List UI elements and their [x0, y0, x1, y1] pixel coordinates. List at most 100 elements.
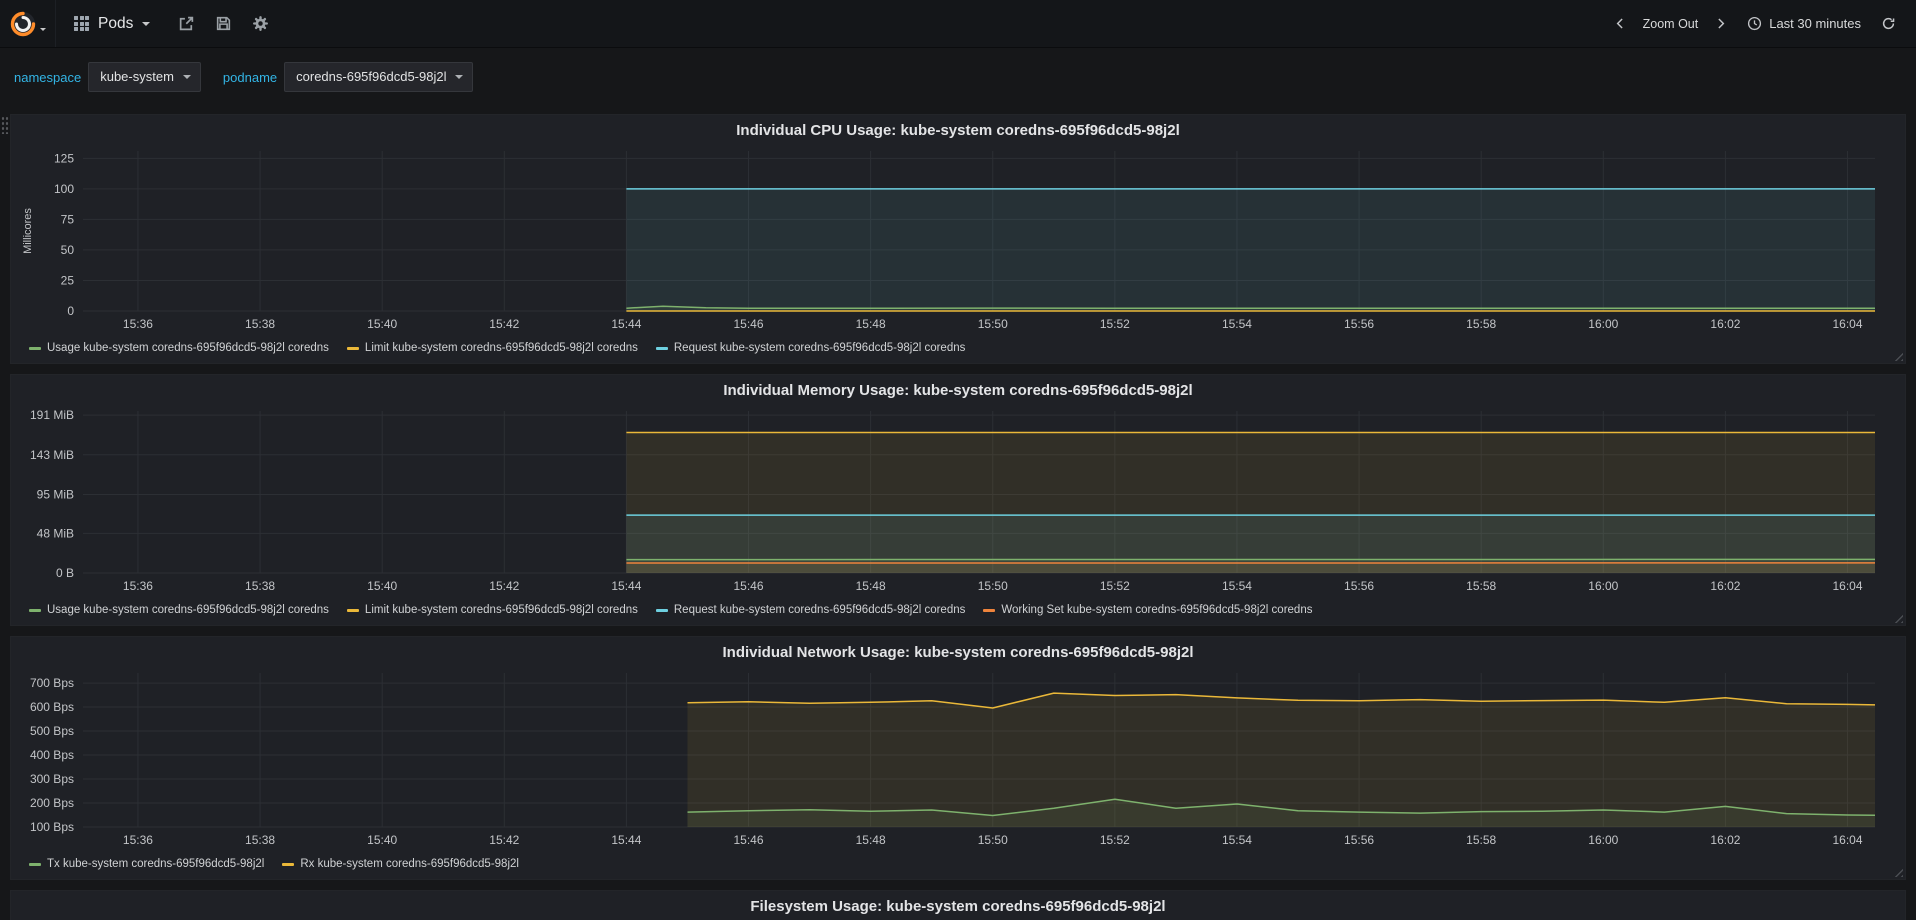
share-button[interactable] [168, 0, 205, 47]
svg-text:15:46: 15:46 [733, 579, 763, 593]
legend-item[interactable]: Request kube-system coredns-695f96dcd5-9… [655, 342, 965, 354]
chevron-right-icon [1718, 18, 1725, 29]
top-navbar: Pods Zoom Out Last 30 minutes [0, 0, 1916, 48]
save-button[interactable] [205, 0, 242, 47]
svg-text:15:36: 15:36 [123, 833, 153, 847]
legend-series-name: Rx kube-system coredns-695f96dcd5-98j2l [300, 858, 519, 870]
zoom-out-button[interactable]: Zoom Out [1635, 11, 1707, 37]
svg-text:15:54: 15:54 [1222, 317, 1252, 331]
chevron-left-icon [1616, 18, 1623, 29]
grafana-logo [10, 11, 35, 36]
legend-item[interactable]: Usage kube-system coredns-695f96dcd5-98j… [29, 342, 329, 354]
network-chart-legend: Tx kube-system coredns-695f96dcd5-98j2l R… [19, 851, 1897, 877]
svg-text:0 B: 0 B [56, 566, 74, 580]
refresh-icon [1882, 17, 1895, 30]
chart-canvas[interactable]: 15:36 15:38 15:40 15:42 15:44 15:46 15:48 15:50… [19, 143, 1897, 335]
namespace-value: kube-system [100, 69, 174, 84]
dashboard-picker-button[interactable]: Pods [56, 0, 168, 47]
legend-series-name: Limit kube-system coredns-695f96dcd5-98j… [364, 342, 638, 354]
svg-text:15:46: 15:46 [733, 317, 763, 331]
svg-text:15:58: 15:58 [1466, 317, 1496, 331]
variable-namespace: namespace kube-system [14, 62, 201, 92]
dashboard-grid-icon [74, 16, 89, 31]
settings-button[interactable] [242, 0, 279, 47]
svg-text:16:02: 16:02 [1710, 579, 1740, 593]
svg-text:15:58: 15:58 [1466, 833, 1496, 847]
memory-usage-chart[interactable]: 15:36 15:38 15:40 15:42 15:44 15:46 15:48 15:50… [19, 403, 1897, 597]
svg-text:16:02: 16:02 [1710, 317, 1740, 331]
podname-value: coredns-695f96dcd5-98j2l [296, 69, 447, 84]
navbar-time-controls: Zoom Out Last 30 minutes [1608, 10, 1902, 37]
legend-item[interactable]: Limit kube-system coredns-695f96dcd5-98j… [346, 604, 638, 616]
svg-text:Millicores: Millicores [22, 208, 34, 254]
legend-item[interactable]: Rx kube-system coredns-695f96dcd5-98j2l [282, 858, 519, 870]
legend-series-color-icon [655, 608, 668, 612]
legend-series-name: Working Set kube-system coredns-695f96dc… [1001, 604, 1313, 616]
svg-text:15:50: 15:50 [978, 579, 1008, 593]
svg-text:15:42: 15:42 [489, 579, 519, 593]
network-usage-chart[interactable]: 15:36 15:38 15:40 15:42 15:44 15:46 15:48 15:50… [19, 665, 1897, 851]
memory-chart-legend: Usage kube-system coredns-695f96dcd5-98j… [19, 597, 1897, 623]
clock-icon [1748, 16, 1762, 31]
panel-filesystem-usage: Filesystem Usage: kube-system coredns-69… [10, 890, 1906, 920]
svg-text:16:04: 16:04 [1833, 579, 1863, 593]
svg-text:15:40: 15:40 [367, 579, 397, 593]
podname-dropdown[interactable]: coredns-695f96dcd5-98j2l [284, 62, 474, 92]
svg-text:16:04: 16:04 [1833, 833, 1863, 847]
svg-text:15:38: 15:38 [245, 579, 275, 593]
svg-text:15:44: 15:44 [611, 579, 641, 593]
legend-series-color-icon [983, 608, 996, 612]
time-range-button[interactable]: Last 30 minutes [1735, 10, 1873, 37]
legend-item[interactable]: Usage kube-system coredns-695f96dcd5-98j… [29, 604, 329, 616]
time-forward-button[interactable] [1708, 11, 1733, 36]
svg-text:15:40: 15:40 [367, 317, 397, 331]
svg-text:15:50: 15:50 [978, 317, 1008, 331]
svg-text:15:48: 15:48 [856, 833, 886, 847]
legend-series-name: Usage kube-system coredns-695f96dcd5-98j… [47, 342, 329, 354]
logo-caret-icon [39, 28, 46, 31]
legend-series-color-icon [346, 346, 359, 350]
panel-title-filesystem[interactable]: Filesystem Usage: kube-system coredns-69… [19, 895, 1897, 919]
legend-item[interactable]: Limit kube-system coredns-695f96dcd5-98j… [346, 342, 638, 354]
time-back-button[interactable] [1608, 11, 1633, 36]
save-icon [217, 16, 231, 31]
cpu-usage-chart[interactable]: 15:36 15:38 15:40 15:42 15:44 15:46 15:48 15:50… [19, 143, 1897, 335]
svg-text:15:52: 15:52 [1100, 579, 1130, 593]
namespace-dropdown[interactable]: kube-system [88, 62, 201, 92]
svg-text:191 MiB: 191 MiB [30, 408, 74, 422]
svg-text:200 Bps: 200 Bps [30, 796, 74, 810]
panel-drag-handle[interactable] [1, 116, 9, 134]
panel-title-cpu[interactable]: Individual CPU Usage: kube-system coredn… [19, 119, 1897, 143]
grafana-menu-button[interactable] [0, 0, 56, 47]
svg-text:100: 100 [54, 182, 74, 196]
panel-title-network[interactable]: Individual Network Usage: kube-system co… [19, 641, 1897, 665]
svg-text:143 MiB: 143 MiB [30, 448, 74, 462]
legend-item[interactable]: Tx kube-system coredns-695f96dcd5-98j2l [29, 858, 264, 870]
svg-text:16:00: 16:00 [1588, 317, 1618, 331]
svg-text:16:02: 16:02 [1710, 833, 1740, 847]
svg-text:15:56: 15:56 [1344, 579, 1374, 593]
svg-text:75: 75 [61, 212, 75, 226]
svg-text:700 Bps: 700 Bps [30, 676, 74, 690]
namespace-caret-icon [182, 75, 191, 79]
chart-canvas[interactable]: 15:36 15:38 15:40 15:42 15:44 15:46 15:48 15:50… [19, 403, 1897, 597]
svg-text:15:44: 15:44 [611, 317, 641, 331]
svg-text:15:42: 15:42 [489, 833, 519, 847]
grafana-app: Pods Zoom Out Last 30 minutes namespace … [0, 0, 1916, 920]
svg-text:500 Bps: 500 Bps [30, 724, 74, 738]
svg-text:15:56: 15:56 [1344, 317, 1374, 331]
svg-text:15:48: 15:48 [856, 317, 886, 331]
svg-text:15:48: 15:48 [856, 579, 886, 593]
legend-series-color-icon [29, 608, 41, 612]
svg-text:15:52: 15:52 [1100, 317, 1130, 331]
legend-item[interactable]: Request kube-system coredns-695f96dcd5-9… [655, 604, 965, 616]
namespace-variable-label: namespace [14, 69, 82, 85]
panel-title-memory[interactable]: Individual Memory Usage: kube-system cor… [19, 379, 1897, 403]
legend-item[interactable]: Working Set kube-system coredns-695f96dc… [983, 604, 1312, 616]
chart-canvas[interactable]: 15:36 15:38 15:40 15:42 15:44 15:46 15:48 15:50… [19, 665, 1897, 851]
time-range-label: Last 30 minutes [1769, 16, 1861, 31]
svg-text:95 MiB: 95 MiB [37, 487, 74, 501]
refresh-button[interactable] [1875, 10, 1902, 37]
svg-text:300 Bps: 300 Bps [30, 772, 74, 786]
legend-series-name: Usage kube-system coredns-695f96dcd5-98j… [47, 604, 329, 616]
